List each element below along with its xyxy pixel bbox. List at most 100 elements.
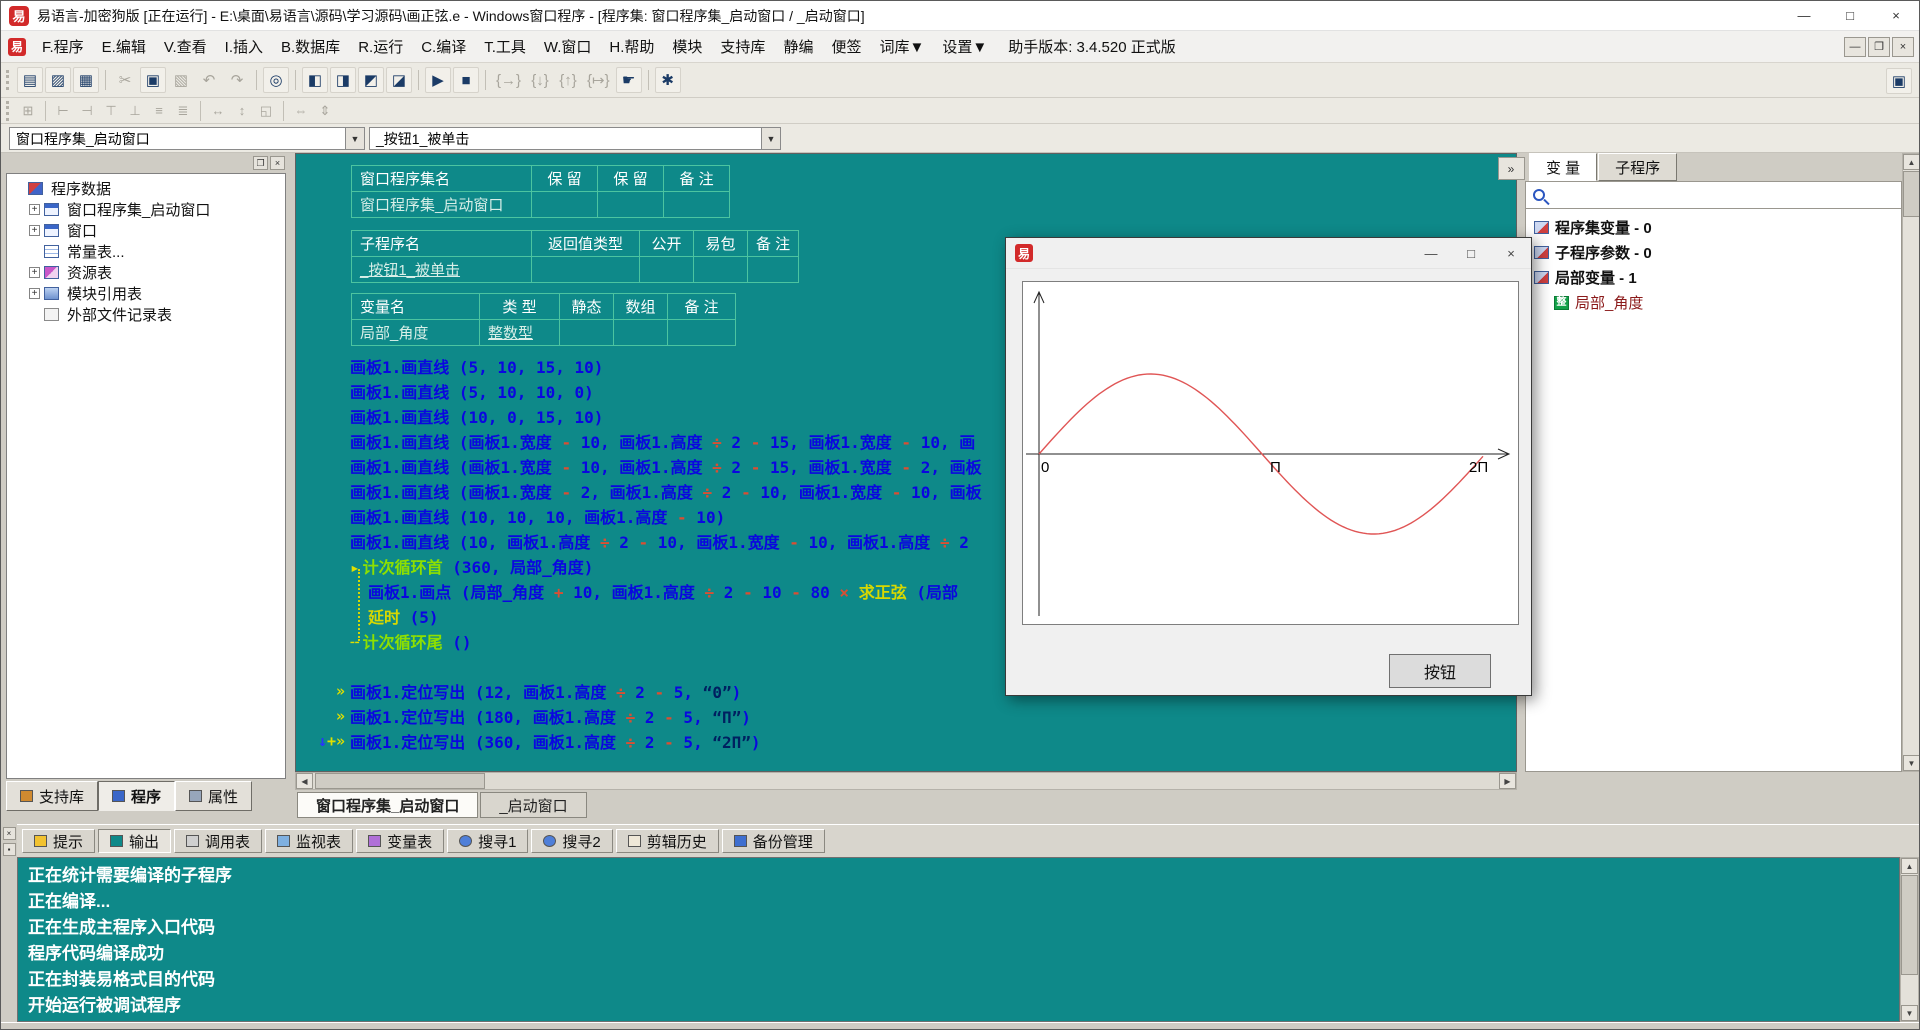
menu-item[interactable]: 便签 bbox=[822, 36, 870, 57]
code-line[interactable]: 画板1.画直线 (画板1.宽度 - 10, 画板1.高度 ÷ 2 - 15, 画… bbox=[350, 429, 975, 453]
code-line[interactable]: 画板1.画直线 (10, 画板1.高度 ÷ 2 - 10, 画板1.宽度 - 1… bbox=[350, 529, 969, 553]
output-log[interactable]: 正在统计需要编译的子程序正在编译...正在生成主程序入口代码程序代码编译成功正在… bbox=[17, 857, 1900, 1022]
chevron-down-icon[interactable]: ▼ bbox=[761, 128, 780, 149]
grid-button[interactable]: ⊞ bbox=[17, 101, 39, 121]
close-output-button[interactable]: × bbox=[3, 827, 16, 840]
right-panel-scrollbar[interactable]: ▲ ▼ bbox=[1902, 153, 1920, 772]
table-value-cell[interactable]: 局部_角度 bbox=[352, 320, 480, 346]
mdi-close-button[interactable]: × bbox=[1892, 37, 1914, 57]
collapse-right-panel-button[interactable]: » bbox=[1498, 157, 1525, 180]
layout-1-button[interactable]: ◧ bbox=[302, 67, 328, 93]
close-panel-button[interactable]: × bbox=[270, 156, 285, 170]
menu-item[interactable]: T.工具 bbox=[475, 36, 535, 57]
code-line[interactable]: 画板1.画直线 (画板1.宽度 - 10, 画板1.高度 ÷ 2 - 15, 画… bbox=[350, 454, 982, 478]
output-scrollbar[interactable]: ▲ ▼ bbox=[1900, 857, 1919, 1022]
menu-item[interactable]: F.程序 bbox=[33, 36, 93, 57]
float-window-titlebar[interactable]: 易 —□× bbox=[1006, 238, 1531, 269]
pause-button[interactable]: ☛ bbox=[616, 67, 642, 93]
table-value-cell[interactable]: 整数型 bbox=[480, 320, 560, 346]
step-into-button[interactable]: {↓} bbox=[527, 67, 553, 93]
code-line[interactable]: 画板1.定位写出 (180, 画板1.高度 ÷ 2 - 5, “Π”) bbox=[350, 704, 751, 728]
maximize-button[interactable]: □ bbox=[1827, 1, 1873, 30]
output-tab-vars[interactable]: 变量表 bbox=[356, 829, 444, 853]
menu-item[interactable]: 词库▼ bbox=[870, 36, 933, 57]
new-button[interactable]: ▤ bbox=[17, 67, 43, 93]
output-tab-calls[interactable]: 调用表 bbox=[174, 829, 262, 853]
center-horz-button[interactable]: ≡ bbox=[148, 101, 170, 121]
code-line[interactable]: 画板1.画点 (局部_角度 + 10, 画板1.高度 ÷ 2 - 10 - 80… bbox=[350, 579, 958, 603]
menu-item[interactable]: B.数据库 bbox=[272, 36, 349, 57]
scroll-left-button[interactable]: ◀ bbox=[296, 773, 313, 789]
code-line[interactable]: 画板1.画直线 (画板1.宽度 - 2, 画板1.高度 ÷ 2 - 10, 画板… bbox=[350, 479, 982, 503]
undo-button[interactable]: ↶ bbox=[196, 67, 222, 93]
table-value-cell[interactable]: 窗口程序集_启动窗口 bbox=[352, 192, 532, 218]
find-button[interactable]: ◎ bbox=[263, 67, 289, 93]
save-button[interactable]: ▦ bbox=[73, 67, 99, 93]
stop-button[interactable]: ■ bbox=[453, 67, 479, 93]
variable-tree-item[interactable]: 子程序参数 - 0 bbox=[1526, 240, 1901, 265]
run-demo-button[interactable]: 按钮 bbox=[1389, 654, 1491, 688]
expand-toggle[interactable]: + bbox=[29, 267, 40, 278]
table-value-cell[interactable] bbox=[598, 192, 664, 218]
fw-maximize-button[interactable]: □ bbox=[1451, 238, 1491, 268]
same-width-button[interactable]: ↔ bbox=[207, 101, 229, 121]
expand-toggle[interactable]: + bbox=[29, 225, 40, 236]
tab-support-lib[interactable]: 支持库 bbox=[6, 781, 98, 811]
window-manager-button[interactable]: ▣ bbox=[1886, 68, 1912, 94]
align-left-button[interactable]: ⊢ bbox=[52, 101, 74, 121]
tree-item[interactable]: +模块引用表 bbox=[7, 283, 285, 304]
variable-search-input[interactable] bbox=[1551, 185, 1901, 205]
redo-button[interactable]: ↷ bbox=[224, 67, 250, 93]
menu-item[interactable]: W.窗口 bbox=[535, 36, 601, 57]
menu-item[interactable]: E.编辑 bbox=[93, 36, 155, 57]
menu-item[interactable]: C.编译 bbox=[412, 36, 475, 57]
run-button[interactable]: ▶ bbox=[425, 67, 451, 93]
code-line[interactable]: 画板1.画直线 (10, 10, 10, 画板1.高度 - 10) bbox=[350, 504, 725, 528]
align-right-button[interactable]: ⊣ bbox=[76, 101, 98, 121]
open-button[interactable]: ▨ bbox=[45, 67, 71, 93]
output-tab-output[interactable]: 输出 bbox=[98, 829, 171, 853]
scroll-right-button[interactable]: ▶ bbox=[1499, 773, 1516, 789]
tree-item[interactable]: 程序数据 bbox=[7, 178, 285, 199]
code-line[interactable]: 画板1.定位写出 (12, 画板1.高度 ÷ 2 - 5, “0”) bbox=[350, 679, 741, 703]
menu-item[interactable]: 静编 bbox=[774, 36, 822, 57]
float-window[interactable]: 易 —□× 0Π2Π 按钮 bbox=[1005, 237, 1532, 696]
copy-button[interactable]: ▣ bbox=[140, 67, 166, 93]
menu-item[interactable]: 设置▼ bbox=[933, 36, 996, 57]
output-tab-backup[interactable]: 备份管理 bbox=[722, 829, 825, 853]
align-bottom-button[interactable]: ⊥ bbox=[124, 101, 146, 121]
editor-hscrollbar[interactable]: ◀ ▶ bbox=[295, 772, 1517, 790]
toolbar-grip[interactable] bbox=[6, 101, 9, 121]
mdi-minimize-button[interactable]: — bbox=[1844, 37, 1866, 57]
tab-properties[interactable]: 属性 bbox=[175, 781, 252, 811]
menu-item[interactable]: V.查看 bbox=[155, 36, 216, 57]
step-over-button[interactable]: {→} bbox=[492, 67, 525, 93]
scroll-up-button[interactable]: ▲ bbox=[1903, 154, 1920, 170]
expand-toggle[interactable]: + bbox=[29, 288, 40, 299]
table-value-cell[interactable]: _按钮1_被单击 bbox=[352, 257, 532, 283]
space-vert-button[interactable]: ⇕ bbox=[314, 101, 336, 121]
paste-button[interactable]: ▧ bbox=[168, 67, 194, 93]
tab-program[interactable]: 程序 bbox=[98, 781, 175, 811]
layout-3-button[interactable]: ◩ bbox=[358, 67, 384, 93]
tab-variables[interactable]: 变 量 bbox=[1529, 153, 1597, 181]
menu-item[interactable]: I.插入 bbox=[216, 36, 272, 57]
align-top-button[interactable]: ⊤ bbox=[100, 101, 122, 121]
table-value-cell[interactable] bbox=[560, 320, 614, 346]
method-combo[interactable]: _按钮1_被单击 ▼ bbox=[369, 127, 781, 150]
layout-4-button[interactable]: ◪ bbox=[386, 67, 412, 93]
dock-button[interactable]: ❐ bbox=[253, 156, 268, 170]
variable-tree-item[interactable]: 整局部_角度 bbox=[1526, 290, 1901, 315]
code-line[interactable]: ╌计次循环尾 () bbox=[350, 629, 472, 653]
scroll-thumb[interactable] bbox=[1903, 171, 1920, 217]
minimize-button[interactable]: — bbox=[1781, 1, 1827, 30]
center-vert-button[interactable]: ≣ bbox=[172, 101, 194, 121]
fw-close-button[interactable]: × bbox=[1491, 238, 1531, 268]
table-value-cell[interactable] bbox=[694, 257, 748, 283]
scroll-down-button[interactable]: ▼ bbox=[1903, 755, 1920, 771]
same-height-button[interactable]: ↕ bbox=[231, 101, 253, 121]
menu-item[interactable]: 模块 bbox=[663, 36, 711, 57]
scroll-up-button[interactable]: ▲ bbox=[1901, 858, 1918, 874]
scroll-down-button[interactable]: ▼ bbox=[1901, 1005, 1918, 1021]
class-combo[interactable]: 窗口程序集_启动窗口 ▼ bbox=[9, 127, 365, 150]
